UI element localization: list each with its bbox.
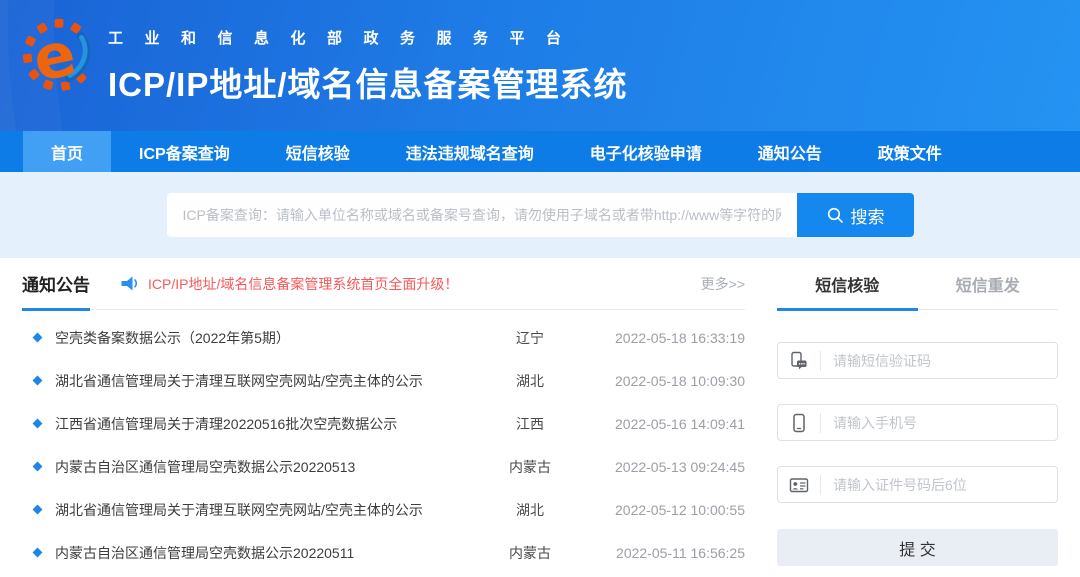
sms-code-input[interactable] xyxy=(821,353,1057,369)
notice-item-datetime: 2022-05-11 16:56:25 xyxy=(585,545,745,561)
id-number-input[interactable] xyxy=(821,477,1057,493)
diamond-bullet-icon xyxy=(33,548,43,558)
notice-item-title[interactable]: 内蒙古自治区通信管理局空壳数据公示20220513 xyxy=(55,457,475,477)
notice-section-title: 通知公告 xyxy=(22,258,90,311)
id-card-icon xyxy=(778,475,820,495)
notice-item-title[interactable]: 湖北省通信管理局关于清理互联网空壳网站/空壳主体的公示 xyxy=(55,371,475,391)
notice-item-province: 内蒙古 xyxy=(475,543,585,563)
sms-tabs: 短信核验 短信重发 xyxy=(777,258,1058,310)
search-button[interactable]: 搜索 xyxy=(797,193,914,237)
notice-item-datetime: 2022-05-18 16:33:19 xyxy=(585,330,745,346)
announcement-text: ICP/IP地址/域名信息备案管理系统首页全面升级！ xyxy=(148,274,458,294)
diamond-bullet-icon xyxy=(33,376,43,386)
notice-item-title[interactable]: 空壳类备案数据公示（2022年第5期） xyxy=(55,328,475,348)
nav-item-policy-files[interactable]: 政策文件 xyxy=(850,131,970,172)
notice-item-title[interactable]: 江西省通信管理局关于清理20220516批次空壳数据公示 xyxy=(55,414,475,434)
phone-number-field xyxy=(777,404,1058,441)
notice-item-datetime: 2022-05-18 10:09:30 xyxy=(585,373,745,389)
nav-item-illegal-domain-query[interactable]: 违法违规域名查询 xyxy=(378,131,562,172)
miit-gear-logo-icon: e xyxy=(20,16,98,94)
sms-message-icon xyxy=(778,351,820,371)
search-box: 搜索 xyxy=(167,193,914,237)
submit-button[interactable]: 提 交 xyxy=(777,529,1058,566)
nav-item-notices[interactable]: 通知公告 xyxy=(730,131,850,172)
sms-code-field xyxy=(777,342,1058,379)
notice-header: 通知公告 ICP/IP地址/域名信息备案管理系统首页全面升级！ 更多>> xyxy=(22,258,745,310)
search-button-label: 搜索 xyxy=(851,203,885,228)
notice-item-province: 江西 xyxy=(475,414,585,434)
diamond-bullet-icon xyxy=(33,505,43,515)
notice-item-province: 湖北 xyxy=(475,371,585,391)
sms-form: 提 交 xyxy=(777,310,1058,566)
nav-item-home[interactable]: 首页 xyxy=(23,131,111,172)
notice-item-province: 内蒙古 xyxy=(475,457,585,477)
notice-item-province: 辽宁 xyxy=(475,328,585,348)
site-header: e 工业和信息化部政务服务平台 ICP/IP地址/域名信息备案管理系统 xyxy=(0,0,1080,131)
notice-item-datetime: 2022-05-16 14:09:41 xyxy=(585,416,745,432)
main-nav: 首页 ICP备案查询 短信核验 违法违规域名查询 电子化核验申请 通知公告 政策… xyxy=(0,131,1080,172)
notice-module: 通知公告 ICP/IP地址/域名信息备案管理系统首页全面升级！ 更多>> 空壳类… xyxy=(22,258,745,574)
sms-verify-panel: 短信核验 短信重发 xyxy=(777,258,1058,574)
diamond-bullet-icon xyxy=(33,462,43,472)
search-input[interactable] xyxy=(167,193,797,237)
phone-number-input[interactable] xyxy=(821,415,1057,431)
notice-item-datetime: 2022-05-12 10:00:55 xyxy=(585,502,745,518)
notice-row[interactable]: 湖北省通信管理局关于清理互联网空壳网站/空壳主体的公示 湖北 2022-05-1… xyxy=(22,359,745,402)
speaker-icon xyxy=(120,275,139,292)
notice-row[interactable]: 内蒙古自治区通信管理局空壳数据公示20220513 内蒙古 2022-05-13… xyxy=(22,445,745,488)
platform-name: 工业和信息化部政务服务平台 xyxy=(108,27,628,48)
more-link[interactable]: 更多>> xyxy=(701,274,745,294)
announcement-banner[interactable]: ICP/IP地址/域名信息备案管理系统首页全面升级！ xyxy=(120,274,458,294)
nav-item-e-verify-apply[interactable]: 电子化核验申请 xyxy=(562,131,730,172)
notice-item-province: 湖北 xyxy=(475,500,585,520)
diamond-bullet-icon xyxy=(33,333,43,343)
notice-item-title[interactable]: 内蒙古自治区通信管理局空壳数据公示20220511 xyxy=(55,543,475,563)
notice-row[interactable]: 内蒙古自治区通信管理局空壳数据公示20220511 内蒙古 2022-05-11… xyxy=(22,531,745,574)
main-content: 通知公告 ICP/IP地址/域名信息备案管理系统首页全面升级！ 更多>> 空壳类… xyxy=(0,258,1080,574)
tab-sms-resend[interactable]: 短信重发 xyxy=(918,258,1059,309)
notice-list: 空壳类备案数据公示（2022年第5期） 辽宁 2022-05-18 16:33:… xyxy=(22,310,745,574)
diamond-bullet-icon xyxy=(33,419,43,429)
nav-item-sms-verify[interactable]: 短信核验 xyxy=(258,131,378,172)
page-title: ICP/IP地址/域名信息备案管理系统 xyxy=(108,58,628,106)
notice-row[interactable]: 湖北省通信管理局关于清理互联网空壳网站/空壳主体的公示 湖北 2022-05-1… xyxy=(22,488,745,531)
search-section: 搜索 xyxy=(0,172,1080,258)
notice-row[interactable]: 江西省通信管理局关于清理20220516批次空壳数据公示 江西 2022-05-… xyxy=(22,402,745,445)
notice-item-title[interactable]: 湖北省通信管理局关于清理互联网空壳网站/空壳主体的公示 xyxy=(55,500,475,520)
notice-row[interactable]: 空壳类备案数据公示（2022年第5期） 辽宁 2022-05-18 16:33:… xyxy=(22,316,745,359)
id-number-field xyxy=(777,466,1058,503)
notice-item-datetime: 2022-05-13 09:24:45 xyxy=(585,459,745,475)
tab-sms-verify[interactable]: 短信核验 xyxy=(777,258,918,309)
nav-item-icp-query[interactable]: ICP备案查询 xyxy=(111,131,258,172)
search-icon xyxy=(826,206,844,224)
mobile-phone-icon xyxy=(778,413,820,433)
